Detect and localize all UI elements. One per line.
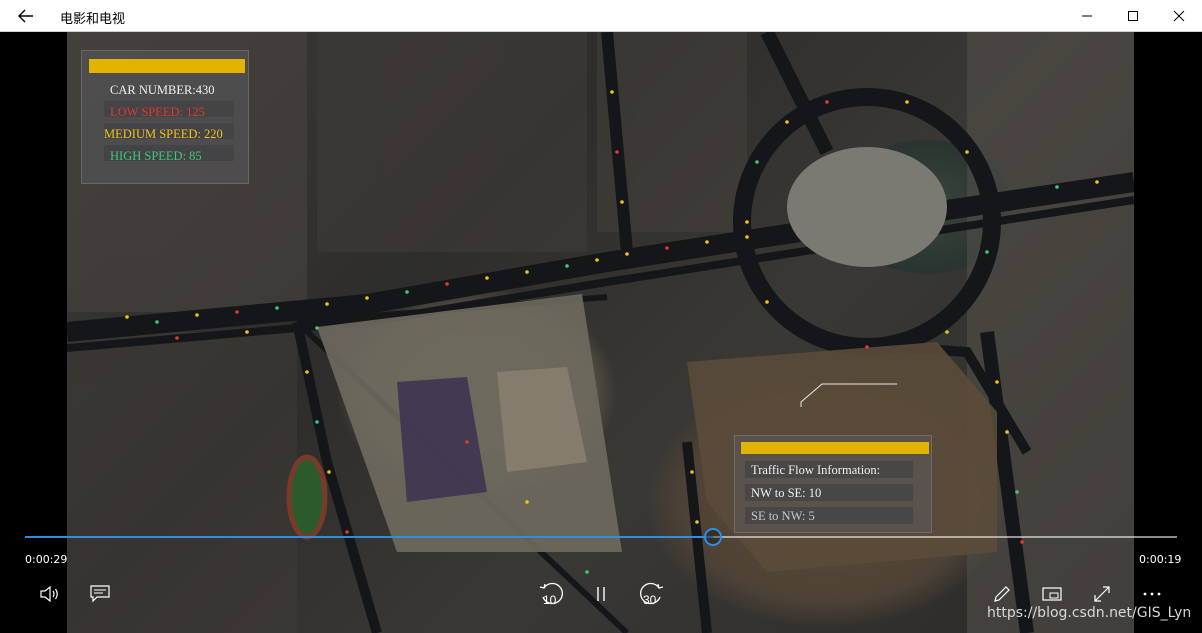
mini-view-button[interactable] bbox=[1038, 580, 1066, 608]
subtitles-icon bbox=[90, 585, 110, 603]
traffic-flow-panel: Traffic Flow Information: NW to SE: 10 S… bbox=[734, 435, 932, 533]
minimize-button[interactable] bbox=[1064, 0, 1110, 32]
skip-back-button[interactable]: 10 bbox=[537, 580, 567, 608]
low-speed-text: LOW SPEED: 125 bbox=[110, 105, 205, 119]
fullscreen-icon bbox=[1094, 586, 1110, 602]
medium-speed-text: MEDIUM SPEED: 220 bbox=[104, 127, 223, 141]
car-stats-panel: CAR NUMBER:430 LOW SPEED: 125 MEDIUM SPE… bbox=[81, 50, 249, 184]
watermark-text: https://blog.csdn.net/GIS_Lyn bbox=[987, 605, 1192, 621]
mini-view-icon bbox=[1042, 587, 1062, 601]
seek-bar-fill bbox=[25, 536, 713, 538]
stats-accent-bar bbox=[89, 59, 245, 73]
elapsed-time: 0:00:29 bbox=[25, 553, 68, 566]
minimize-icon bbox=[1082, 15, 1092, 17]
pause-icon bbox=[597, 587, 605, 601]
pause-button[interactable] bbox=[587, 580, 615, 608]
fullscreen-button[interactable] bbox=[1088, 580, 1116, 608]
traffic-accent-bar bbox=[741, 442, 929, 454]
video-frame[interactable]: CAR NUMBER:430 LOW SPEED: 125 MEDIUM SPE… bbox=[67, 32, 1134, 633]
volume-icon bbox=[40, 585, 58, 603]
title-bar: 电影和电视 bbox=[0, 0, 1202, 32]
video-stage[interactable]: CAR NUMBER:430 LOW SPEED: 125 MEDIUM SPE… bbox=[0, 32, 1202, 633]
volume-button[interactable] bbox=[36, 580, 64, 608]
nw-to-se-text: NW to SE: 10 bbox=[751, 486, 822, 500]
high-speed-text: HIGH SPEED: 85 bbox=[110, 149, 202, 163]
window-title: 电影和电视 bbox=[60, 12, 126, 27]
pencil-icon bbox=[994, 586, 1010, 602]
close-button[interactable] bbox=[1156, 0, 1202, 32]
more-icon bbox=[1143, 592, 1161, 596]
seek-bar[interactable] bbox=[25, 536, 1177, 538]
maximize-button[interactable] bbox=[1110, 0, 1156, 32]
more-options-button[interactable] bbox=[1138, 580, 1166, 608]
subtitles-button[interactable] bbox=[86, 580, 114, 608]
close-icon bbox=[1173, 10, 1185, 22]
edit-button[interactable] bbox=[988, 580, 1016, 608]
skip-back-label: 10 bbox=[543, 593, 557, 607]
skip-forward-button[interactable]: 30 bbox=[636, 580, 666, 608]
maximize-icon bbox=[1128, 11, 1138, 21]
car-number-text: CAR NUMBER:430 bbox=[110, 83, 215, 97]
remaining-time: 0:00:19 bbox=[1139, 553, 1182, 566]
seek-thumb[interactable] bbox=[704, 528, 722, 546]
skip-forward-label: 30 bbox=[643, 593, 657, 607]
se-to-nw-text: SE to NW: 5 bbox=[751, 509, 815, 523]
back-arrow-icon[interactable] bbox=[12, 4, 40, 28]
traffic-title-text: Traffic Flow Information: bbox=[751, 463, 881, 477]
